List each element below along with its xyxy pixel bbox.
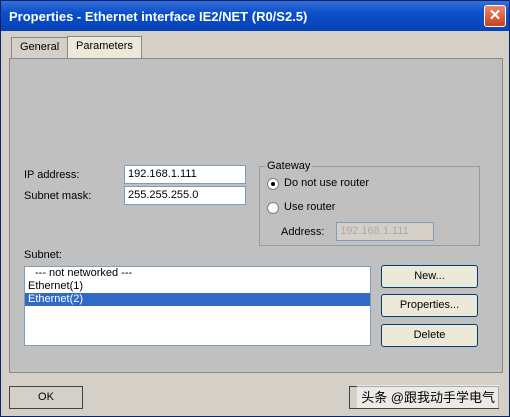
- subnet-label: Subnet:: [24, 249, 62, 261]
- radio-use-router[interactable]: [267, 202, 279, 214]
- ip-address-input[interactable]: 192.168.1.111: [124, 165, 246, 184]
- use-router-label: Use router: [284, 201, 336, 213]
- properties-button[interactable]: Properties...: [381, 294, 478, 317]
- router-address-label: Address:: [281, 226, 325, 238]
- radio-do-not-use-router[interactable]: [267, 178, 279, 190]
- tab-general-label: General: [20, 41, 60, 53]
- tab-parameters[interactable]: Parameters: [67, 36, 142, 58]
- tab-general[interactable]: General: [11, 37, 69, 58]
- watermark: 头条 @跟我动手学电气: [357, 385, 499, 408]
- subnet-mask-input[interactable]: 255.255.255.0: [124, 186, 246, 205]
- list-item[interactable]: Ethernet(1): [25, 280, 370, 293]
- subnet-mask-label: Subnet mask:: [24, 190, 92, 202]
- ip-address-label: IP address:: [24, 169, 80, 181]
- delete-button[interactable]: Delete: [381, 324, 478, 347]
- window-title: Properties - Ethernet interface IE2/NET …: [9, 9, 308, 24]
- router-address-input: 192.168.1.111: [336, 222, 434, 241]
- do-not-use-router-label: Do not use router: [284, 177, 369, 189]
- subnet-listbox[interactable]: --- not networked --- Ethernet(1) Ethern…: [24, 266, 371, 346]
- new-button[interactable]: New...: [381, 265, 478, 288]
- list-item[interactable]: Ethernet(2): [25, 293, 370, 306]
- ok-button[interactable]: OK: [9, 386, 83, 409]
- tab-parameters-label: Parameters: [76, 40, 133, 52]
- gateway-group-title: Gateway: [265, 160, 313, 172]
- list-item[interactable]: --- not networked ---: [25, 267, 370, 280]
- properties-dialog: Properties - Ethernet interface IE2/NET …: [0, 0, 510, 417]
- close-icon: ✕: [488, 7, 502, 24]
- close-button[interactable]: ✕: [484, 5, 506, 27]
- title-bar[interactable]: Properties - Ethernet interface IE2/NET …: [1, 1, 509, 31]
- parameters-panel: IP address: 192.168.1.111 Subnet mask: 2…: [9, 58, 503, 373]
